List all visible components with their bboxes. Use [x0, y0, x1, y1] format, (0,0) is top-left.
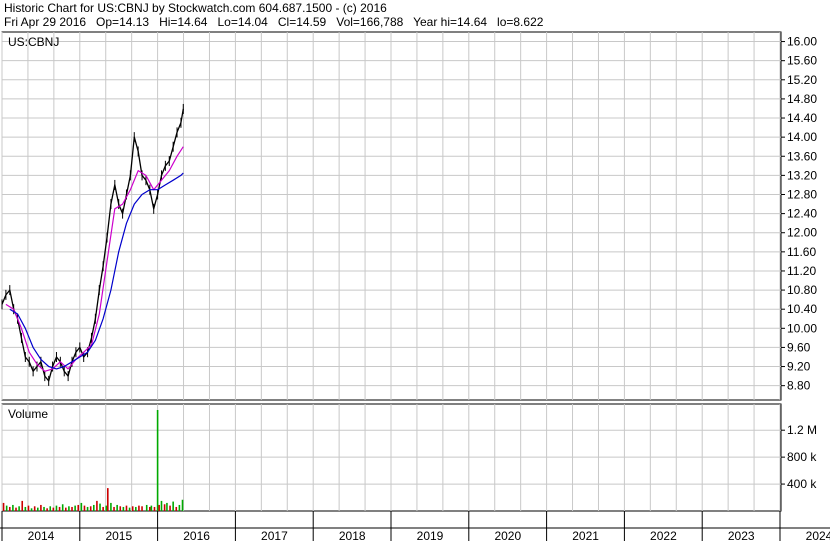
volume-grid: [1, 403, 782, 512]
volume-tick-label: 800 k: [787, 450, 817, 464]
price-tick-label: 15.60: [787, 54, 817, 68]
stock-chart: 16.00 15.60 15.20 14.80 14.40 14.00 13.60 13.20…: [0, 31, 830, 543]
price-tick-label: 9.60: [787, 340, 811, 354]
price-tick-label: 12.80: [787, 187, 817, 201]
volume-plot: [2, 410, 184, 511]
year-label: 2016: [183, 529, 210, 543]
price-tick-label: 12.00: [787, 226, 817, 240]
volume-tick-label: 400 k: [787, 477, 817, 491]
price-tick-label: 15.20: [787, 73, 817, 87]
year-label: 2014: [28, 529, 55, 543]
year-label: 2024: [806, 529, 830, 543]
price-tick-label: 9.20: [787, 360, 811, 374]
price-panel-title: US:CBNJ: [8, 35, 59, 49]
price-grid: [1, 31, 782, 401]
price-tick-label: 14.80: [787, 92, 817, 106]
price-tick-label: 16.00: [787, 35, 817, 49]
year-label: 2015: [105, 529, 132, 543]
year-label: 2019: [417, 529, 444, 543]
price-plot: [1, 103, 184, 386]
volume-tick-label: 1.2 M: [787, 423, 817, 437]
price-tick-label: 10.00: [787, 321, 817, 335]
volume-axis: 1.2 M 800 k 400 k: [781, 423, 817, 491]
year-label: 2021: [572, 529, 599, 543]
price-tick-label: 10.80: [787, 283, 817, 297]
price-tick-label: 8.80: [787, 379, 811, 393]
price-tick-label: 14.00: [787, 130, 817, 144]
price-tick-label: 11.60: [787, 245, 816, 259]
year-label: 2022: [650, 529, 677, 543]
price-tick-label: 14.40: [787, 111, 817, 125]
price-tick-label: 12.40: [787, 207, 817, 221]
price-tick-label: 13.60: [787, 149, 817, 163]
year-label: 2018: [339, 529, 366, 543]
year-label: 2020: [494, 529, 521, 543]
price-axis: 16.00 15.60 15.20 14.80 14.40 14.00 13.60 13.20…: [781, 35, 817, 393]
series-ma-short: [5, 146, 184, 372]
price-tick-label: 11.20: [787, 264, 816, 278]
volume-panel-title: Volume: [8, 407, 48, 421]
year-axis: 2014 2015 2016 2017 2018 2019 2020 2021 2022 2023…: [1, 511, 830, 543]
price-tick-label: 13.20: [787, 168, 817, 182]
price-tick-label: 10.40: [787, 302, 817, 316]
year-label: 2023: [728, 529, 755, 543]
year-label: 2017: [261, 529, 288, 543]
